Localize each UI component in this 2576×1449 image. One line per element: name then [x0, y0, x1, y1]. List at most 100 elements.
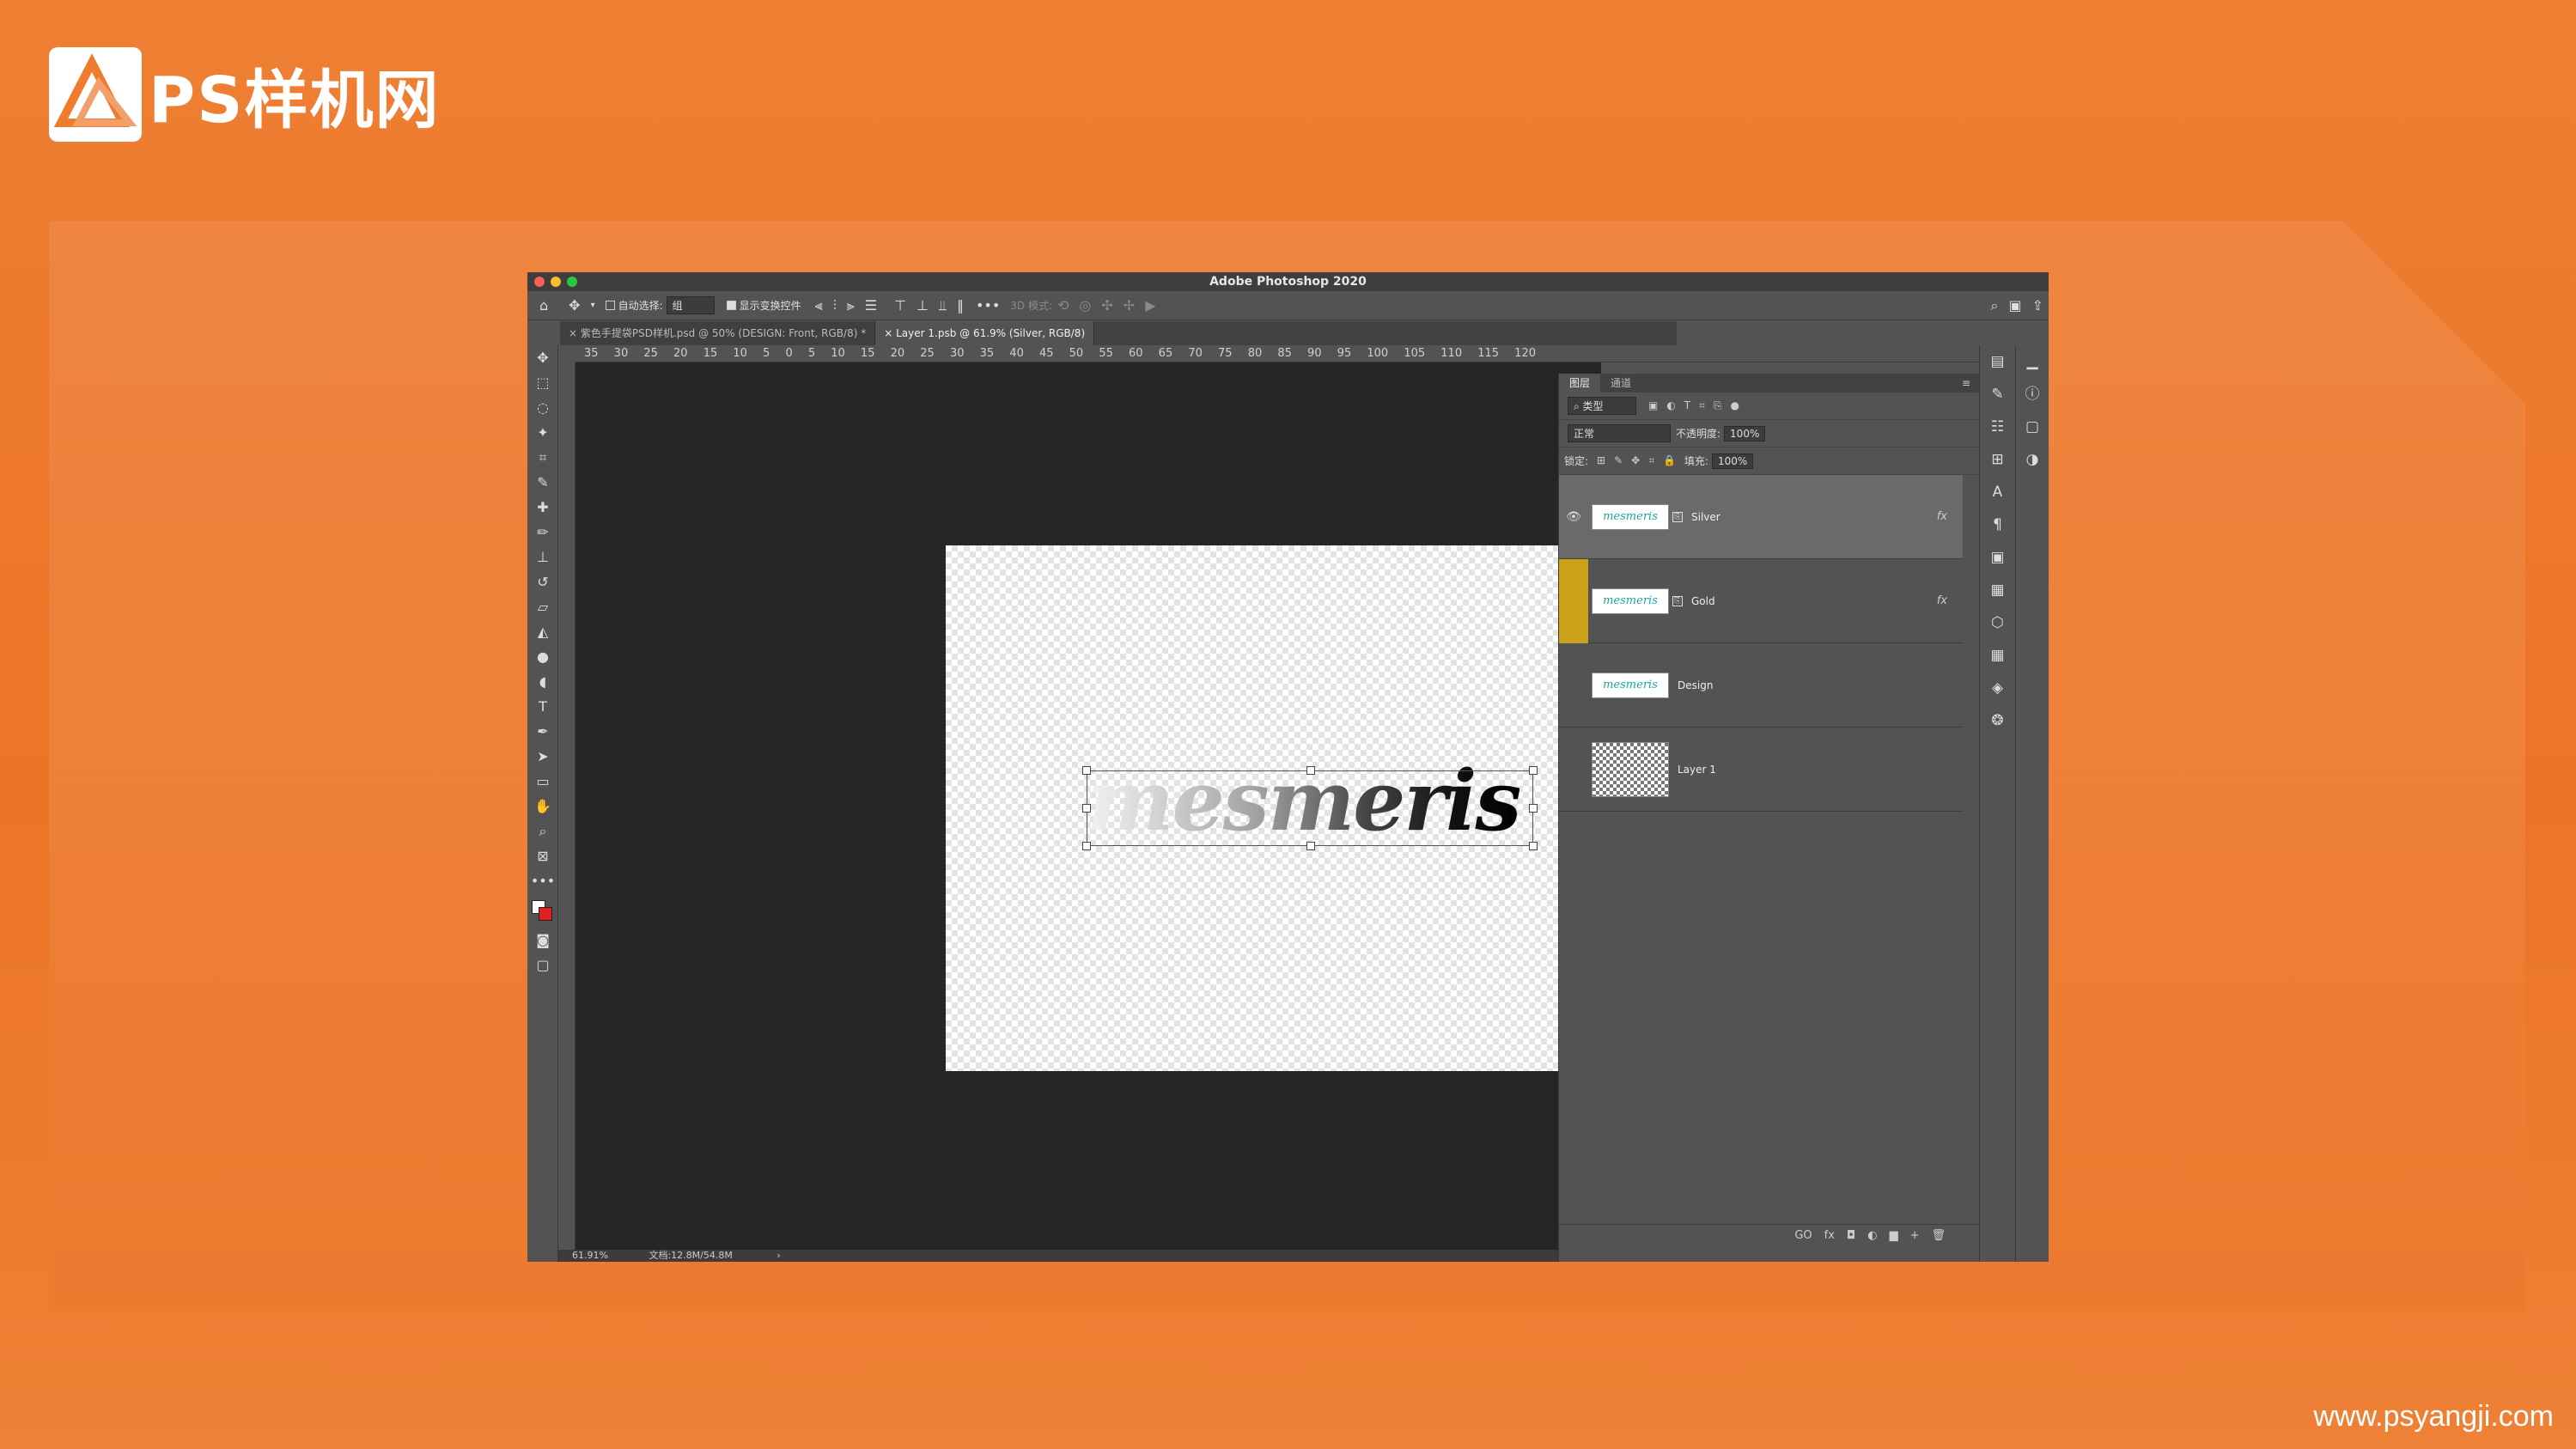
layer-name[interactable]: Design [1678, 679, 1713, 691]
more-tools-icon[interactable]: ••• [527, 868, 558, 893]
eye-toggle-hidden[interactable] [1559, 728, 1588, 812]
artboard-tool-icon[interactable]: ⊠ [527, 843, 558, 868]
tab-channels[interactable]: 通道 [1600, 374, 1641, 393]
add-style-icon[interactable]: fx [1824, 1229, 1835, 1242]
new-group-icon[interactable]: ▆ [1890, 1229, 1898, 1242]
transform-handle[interactable] [1529, 804, 1538, 813]
search-icon[interactable]: ⌕ [1991, 297, 1999, 314]
layer-name[interactable]: Gold [1691, 595, 1715, 607]
share-icon[interactable]: ⇪ [2032, 297, 2043, 314]
quick-mask-icon[interactable]: ◙ [527, 928, 558, 953]
eye-toggle-hidden[interactable] [1559, 643, 1588, 728]
fx-icon[interactable]: fx [1937, 510, 1947, 523]
brush-tool-icon[interactable]: ✏ [527, 520, 558, 545]
path-select-tool-icon[interactable]: ➤ [527, 744, 558, 769]
move-tool-icon[interactable]: ✥ [569, 297, 580, 314]
marquee-tool-icon[interactable]: ⬚ [527, 370, 558, 395]
chevron-down-icon[interactable]: ▾ [591, 301, 595, 310]
zoom-level[interactable]: 61.91% [572, 1250, 608, 1261]
paint-bucket-tool-icon[interactable]: ◭ [527, 619, 558, 644]
background-color-swatch[interactable] [539, 907, 552, 921]
tab-layers[interactable]: 图层 [1559, 374, 1601, 393]
navigator-icon[interactable]: ▢ [2016, 411, 2049, 443]
align-bottom-icon[interactable]: ⫫ [939, 297, 947, 314]
lock-icons[interactable]: ⊞✎✥⌗🔒 [1597, 454, 1684, 467]
table-icon[interactable]: ▦ [1980, 639, 2015, 672]
new-layer-icon[interactable]: + [1910, 1229, 1920, 1242]
history-brush-tool-icon[interactable]: ↺ [527, 569, 558, 594]
eye-toggle-hidden[interactable] [1559, 558, 1588, 643]
hand-tool-icon[interactable]: ✋ [527, 794, 558, 819]
magic-wand-tool-icon[interactable]: ✦ [527, 420, 558, 445]
auto-select-checkbox[interactable] [605, 301, 615, 310]
filter-kind-dropdown[interactable]: ⌕ 类型 [1568, 397, 1636, 415]
auto-select-dropdown[interactable]: 组 [666, 296, 715, 314]
transform-handle[interactable] [1306, 766, 1315, 775]
transform-handle[interactable] [1529, 842, 1538, 850]
distribute-icon[interactable]: ☰ [865, 297, 877, 314]
type-tool-icon[interactable]: T [527, 694, 558, 719]
align-left-icon[interactable]: ⫷ [815, 297, 823, 314]
eye-icon[interactable]: 👁 [1559, 475, 1588, 559]
transform-handle[interactable] [1306, 842, 1315, 850]
layer-row-gold[interactable]: mesmeris ⎘ Gold fx [1559, 558, 1963, 643]
pen-tool-icon[interactable]: ✒ [527, 719, 558, 744]
move-tool-icon[interactable]: ✥ [527, 345, 558, 370]
properties-icon[interactable]: ⊞ [1980, 443, 2015, 476]
workspace-icon[interactable]: ▣ [2008, 297, 2021, 314]
link-layers-icon[interactable]: GO [1794, 1229, 1812, 1242]
layer-row-silver[interactable]: 👁 mesmeris ⎘ Silver fx [1559, 475, 1963, 559]
crop-tool-icon[interactable]: ⌗ [527, 445, 558, 470]
transform-handle[interactable] [1529, 766, 1538, 775]
show-transform-checkbox[interactable] [726, 301, 736, 310]
fill-input[interactable]: 100% [1711, 453, 1754, 469]
color-swatches[interactable] [527, 893, 558, 928]
eyedropper-tool-icon[interactable]: ✎ [527, 470, 558, 495]
dodge-tool-icon[interactable]: ◖ [527, 669, 558, 694]
minimize-window-button[interactable] [551, 277, 561, 287]
distribute-vertical-icon[interactable]: ‖ [957, 297, 964, 314]
align-middle-icon[interactable]: ⊥ [917, 297, 929, 314]
eraser-tool-icon[interactable]: ▱ [527, 594, 558, 619]
color-icon[interactable]: ◑ [2016, 443, 2049, 476]
add-mask-icon[interactable]: ◘ [1847, 1229, 1855, 1242]
layer-name[interactable]: Layer 1 [1678, 764, 1716, 776]
delete-layer-icon[interactable]: 🗑 [1931, 1229, 1946, 1242]
panel-menu-icon[interactable]: ≡ [1962, 377, 1979, 389]
paragraph-icon[interactable]: ¶ [1980, 508, 2015, 541]
tab-close-icon[interactable]: × [569, 327, 577, 339]
fx-icon[interactable]: fx [1937, 594, 1947, 607]
notes-icon[interactable]: ▦ [1980, 574, 2015, 606]
layer-row-design[interactable]: mesmeris Design [1559, 643, 1963, 728]
blend-mode-dropdown[interactable]: 正常 [1568, 424, 1671, 442]
libraries-icon[interactable]: ▤ [1980, 345, 2015, 378]
canvas-area[interactable]: mesmeris [575, 362, 1603, 1250]
home-icon[interactable]: ⌂ [539, 297, 548, 314]
transform-handle[interactable] [1082, 766, 1091, 775]
glyphs-icon[interactable]: ▣ [1980, 541, 2015, 574]
tab-document-2[interactable]: × Layer 1.psb @ 61.9% (Silver, RGB/8) [875, 321, 1095, 345]
channels-dock-icon[interactable]: ❂ [1980, 704, 2015, 737]
stamp-tool-icon[interactable]: ⊥ [527, 545, 558, 569]
adjustment-layer-icon[interactable]: ◐ [1867, 1229, 1877, 1242]
opacity-input[interactable]: 100% [1724, 425, 1766, 441]
brush-settings-icon[interactable]: ✎ [1980, 378, 2015, 411]
histogram-icon[interactable]: ▁ [2016, 345, 2049, 378]
info-icon[interactable]: ⓘ [2016, 378, 2049, 411]
zoom-tool-icon[interactable]: ⌕ [527, 819, 558, 843]
blur-tool-icon[interactable]: ● [527, 644, 558, 669]
character-icon[interactable]: A [1980, 476, 2015, 508]
rectangle-tool-icon[interactable]: ▭ [527, 769, 558, 794]
layer-name[interactable]: Silver [1691, 511, 1720, 523]
3d-icon[interactable]: ⬡ [1980, 606, 2015, 639]
tab-document-1[interactable]: × 紫色手提袋PSD样机.psd @ 50% (DESIGN: Front, R… [560, 321, 876, 345]
layers-dock-icon[interactable]: ◈ [1980, 672, 2015, 704]
filter-icons[interactable]: ▣◐T⌗⎘● [1648, 399, 1748, 412]
close-window-button[interactable] [534, 277, 545, 287]
align-top-icon[interactable]: ⊤ [894, 297, 906, 314]
align-right-icon[interactable]: ⫸ [847, 297, 855, 314]
zoom-window-button[interactable] [567, 277, 577, 287]
transform-handle[interactable] [1082, 842, 1091, 850]
tab-close-icon[interactable]: × [884, 327, 892, 339]
document-canvas[interactable]: mesmeris [946, 545, 1603, 1071]
